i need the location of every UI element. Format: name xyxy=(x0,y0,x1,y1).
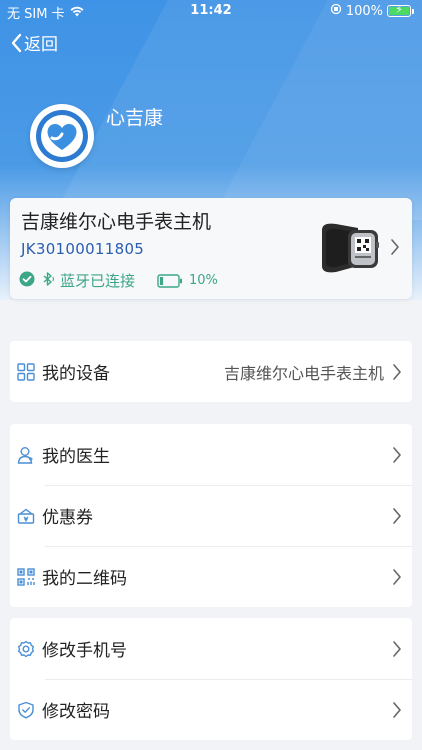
menu-group-services: 我的医生 优惠券 我的二维码 xyxy=(10,424,412,607)
chevron-right-icon xyxy=(390,238,400,260)
orientation-lock-icon xyxy=(330,3,342,19)
chevron-right-icon xyxy=(392,507,402,525)
settings-gear-icon xyxy=(16,639,36,659)
battery-charging-icon: ⚡ xyxy=(387,3,411,17)
check-circle-icon xyxy=(19,271,35,291)
coupon-icon xyxy=(16,506,36,526)
menu-item-label: 我的设备 xyxy=(42,364,110,384)
menu-item-value: 吉康维尔心电手表主机 xyxy=(223,363,384,383)
grid-icon xyxy=(16,362,36,382)
menu-group-account: 修改手机号 修改密码 xyxy=(10,618,412,740)
menu-item-label: 我的二维码 xyxy=(42,569,127,589)
chevron-right-icon xyxy=(392,701,402,719)
device-status-row: 蓝牙已连接 10% xyxy=(19,270,218,291)
menu-item-label: 修改密码 xyxy=(42,702,110,722)
battery-percent: 100% xyxy=(345,3,383,19)
chevron-right-icon xyxy=(392,640,402,658)
device-card[interactable]: 吉康维尔心电手表主机 JK30100011805 蓝牙已连接 10% xyxy=(10,198,412,299)
watch-image xyxy=(318,216,384,284)
qrcode-icon xyxy=(16,567,36,587)
device-battery-percent: 10% xyxy=(189,273,218,288)
app-logo xyxy=(30,104,94,168)
chevron-right-icon xyxy=(392,446,402,464)
chevron-right-icon xyxy=(392,363,402,381)
device-id: JK30100011805 xyxy=(21,240,145,258)
menu-item-label: 优惠券 xyxy=(42,508,93,528)
menu-item-label: 我的医生 xyxy=(42,447,110,467)
menu-item-coupon[interactable]: 优惠券 xyxy=(10,485,412,546)
menu-item-my-doctor[interactable]: 我的医生 xyxy=(10,424,412,485)
status-bar: 无 SIM 卡 11:42 100% ⚡ xyxy=(0,0,422,22)
shield-icon xyxy=(16,700,36,720)
menu-item-label: 修改手机号 xyxy=(42,641,127,661)
device-name: 吉康维尔心电手表主机 xyxy=(21,211,212,233)
back-label: 返回 xyxy=(24,35,58,55)
menu-item-my-device[interactable]: 我的设备 吉康维尔心电手表主机 xyxy=(10,341,412,402)
device-battery-icon xyxy=(157,273,183,288)
app-name: 心吉康 xyxy=(106,107,164,129)
menu-group-device: 我的设备 吉康维尔心电手表主机 xyxy=(10,341,412,402)
menu-item-change-phone[interactable]: 修改手机号 xyxy=(10,618,412,679)
bluetooth-status: 蓝牙已连接 xyxy=(60,272,136,290)
menu-item-qrcode[interactable]: 我的二维码 xyxy=(10,546,412,607)
menu-item-change-password[interactable]: 修改密码 xyxy=(10,679,412,740)
back-button[interactable]: 返回 xyxy=(10,30,58,55)
chevron-right-icon xyxy=(392,568,402,586)
doctor-icon xyxy=(16,445,36,465)
chevron-left-icon xyxy=(11,33,22,52)
bluetooth-icon xyxy=(40,271,56,291)
